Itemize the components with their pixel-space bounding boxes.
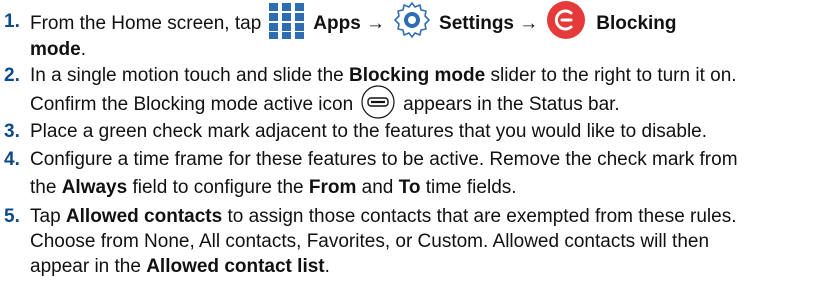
blocking-active-status-icon xyxy=(359,84,397,120)
blocking-mode-icon xyxy=(546,0,586,40)
from-label: From xyxy=(308,177,357,198)
apps-label: Apps xyxy=(313,13,361,35)
step-number: 1. xyxy=(4,11,20,32)
step-number: 3. xyxy=(4,121,20,142)
arrow: → xyxy=(519,13,539,35)
blocking-label: Blocking xyxy=(596,13,677,35)
allowed-contact-list-label: Allowed contact list xyxy=(146,256,325,277)
to-label: To xyxy=(398,177,421,198)
settings-label: Settings xyxy=(439,13,514,35)
apps-grid-icon xyxy=(269,3,305,39)
step-number: 2. xyxy=(4,65,20,86)
mode-label: mode xyxy=(30,39,81,60)
step-number: 5. xyxy=(4,206,20,227)
always-label: Always xyxy=(61,177,128,198)
allowed-contacts-label: Allowed contacts xyxy=(65,206,223,227)
blocking-mode-label: Blocking mode xyxy=(349,65,486,86)
step-text: From the Home screen, tap xyxy=(30,13,262,35)
settings-gear-icon xyxy=(393,1,431,39)
arrow: → xyxy=(366,13,386,35)
step-number: 4. xyxy=(4,149,20,170)
